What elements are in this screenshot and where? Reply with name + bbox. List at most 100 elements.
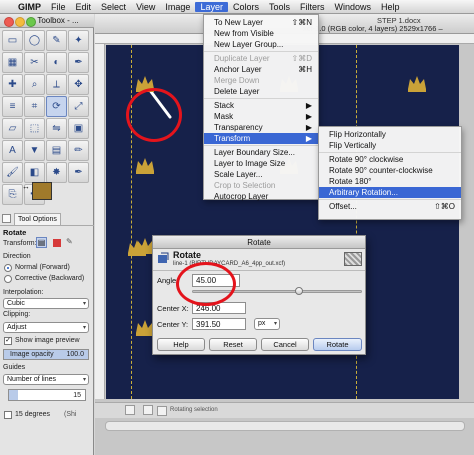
menu-edit[interactable]: Edit [71,2,97,12]
crown-icon [136,158,154,174]
menu-file[interactable]: File [46,2,71,12]
blend-tool-icon[interactable]: ▤ [46,140,67,161]
color-picker-tool-icon[interactable]: ✚ [2,74,23,95]
free-select-tool-icon[interactable]: ✎ [46,30,67,51]
cancel-button[interactable]: Cancel [261,338,309,351]
scissors-tool-icon[interactable]: ✂ [24,52,45,73]
unit-dropdown[interactable]: px ▾ [254,318,280,330]
unit-select[interactable] [125,405,135,415]
text-tool-icon[interactable]: A [2,140,23,161]
fuzzy-select-tool-icon[interactable]: ✦ [68,30,89,51]
menu-windows[interactable]: Windows [329,2,376,12]
perspective-tool-icon[interactable]: ⬚ [24,118,45,139]
color-select-tool-icon[interactable]: ▦ [2,52,23,73]
clipping-select[interactable]: Adjust ▾ [3,322,89,333]
menu-filters[interactable]: Filters [295,2,330,12]
transform-submenu-item[interactable]: Arbitrary Rotation... [319,187,461,198]
menu-select[interactable]: Select [96,2,131,12]
layer-menu-item[interactable]: Scale Layer... [204,169,318,180]
transform-submenu-item[interactable]: Rotate 180° [319,176,461,187]
menu-view[interactable]: View [131,2,160,12]
menu-item-label: Scale Layer... [214,170,263,179]
show-preview-checkbox[interactable]: ✓ [4,337,12,345]
layer-menu-item[interactable]: Transparency ▶ [204,122,318,133]
transform-submenu: Flip Horizontally Flip Vertically Rotate 9… [318,126,462,220]
tab-tool-options[interactable]: Tool Options [14,213,61,225]
menu-layer[interactable]: Layer [195,1,228,12]
guides-select[interactable]: Number of lines ▾ [3,374,89,385]
pencil-tool-icon[interactable]: ✏ [68,140,89,161]
angle-input[interactable]: 45.00 [192,274,240,287]
scale-tool-icon[interactable]: ⤢ [68,96,89,117]
reset-button[interactable]: Reset [209,338,257,351]
transform-submenu-item[interactable]: Flip Vertically [319,140,461,151]
menu-item-label: Offset... [329,202,357,211]
layer-menu-item[interactable]: Layer Boundary Size... [204,147,318,158]
app-menu[interactable]: GIMP [13,2,46,12]
close-window-icon[interactable] [4,17,14,27]
crop-tool-icon[interactable]: ⌗ [24,96,45,117]
menu-colors[interactable]: Colors [228,2,264,12]
rotate-button[interactable]: Rotate [313,338,362,351]
layer-menu-item[interactable]: Mask ▶ [204,111,318,122]
ellipse-select-tool-icon[interactable]: ◯ [24,30,45,51]
foreground-select-tool-icon[interactable]: ◐ [46,52,67,73]
menu-tools[interactable]: Tools [264,2,295,12]
lines-spinbox[interactable]: 15 [8,389,86,401]
layer-menu-item[interactable]: New from Visible [204,28,318,39]
layer-menu-item[interactable]: To New Layer ⇧⌘N [204,17,318,28]
transform-submenu-item[interactable]: Rotate 90° clockwise [319,154,461,165]
layer-menu-item[interactable]: Stack ▶ [204,100,318,111]
transform-path-icon[interactable]: ✎ [66,237,76,248]
direction-normal-label: Normal (Forward) [15,264,70,271]
zoom-window-icon[interactable] [26,17,36,27]
zoom-select-arrow[interactable] [157,406,167,416]
vertical-ruler[interactable] [95,44,105,399]
layer-menu-item[interactable]: Autocrop Layer [204,191,318,202]
paths-tool-icon[interactable]: ✒ [68,52,89,73]
transform-submenu-item[interactable]: Offset... ⇧⌘O [319,201,461,212]
angle-slider[interactable] [192,287,362,295]
transform-submenu-item[interactable]: Flip Horizontally [319,129,461,140]
opacity-spinbox[interactable]: Image opacity 100.0 [3,349,89,360]
center-y-input[interactable]: 391.50 [192,318,246,330]
rotate-tool-icon[interactable]: ⟳ [46,96,67,117]
interpolation-select[interactable]: Cubic ▾ [3,298,89,309]
move-tool-icon[interactable]: ✥ [68,74,89,95]
layer-menu-item[interactable]: Delete Layer [204,86,318,97]
direction-corrective-radio[interactable] [4,275,12,283]
measure-tool-icon[interactable]: ⟂ [46,74,67,95]
layer-menu-item[interactable]: Layer to Image Size [204,158,318,169]
menu-item-label: Rotate 90° counter-clockwise [329,166,433,175]
angle-label: Angle: [157,276,179,285]
layer-menu-item[interactable]: Anchor Layer ⌘H [204,64,318,75]
tab-icon[interactable] [2,214,11,223]
cage-tool-icon[interactable]: ▣ [68,118,89,139]
flip-tool-icon[interactable]: ⇋ [46,118,67,139]
shear-tool-icon[interactable]: ▱ [2,118,23,139]
menu-image[interactable]: Image [160,2,195,12]
transform-selection-icon[interactable] [53,239,61,247]
zoom-tool-icon[interactable]: ⌕ [24,74,45,95]
transform-layer-icon[interactable]: ▤ [36,237,47,248]
submenu-arrow-icon: ▶ [305,123,312,132]
angle-slider-handle[interactable] [295,287,304,295]
minimize-window-icon[interactable] [15,17,25,27]
menu-help[interactable]: Help [376,2,405,12]
help-button[interactable]: Help [157,338,205,351]
swap-colors-icon[interactable]: ↔ [22,182,30,191]
degrees-checkbox[interactable] [4,411,12,419]
align-tool-icon[interactable]: ≡ [2,96,23,117]
foreground-color-swatch[interactable] [32,182,52,200]
layer-menu-item[interactable]: New Layer Group... [204,39,318,50]
center-x-input[interactable]: 246.00 [192,302,246,314]
transform-submenu-item[interactable]: Rotate 90° counter-clockwise [319,165,461,176]
direction-normal-radio[interactable] [4,264,12,272]
bucket-fill-tool-icon[interactable]: ▼ [24,140,45,161]
rect-select-tool-icon[interactable]: ▭ [2,30,23,51]
zoom-select[interactable] [143,405,153,415]
vertical-guide[interactable] [131,45,132,399]
layer-menu-item[interactable]: Transform ▶ [204,133,318,144]
submenu-arrow-icon: ▶ [305,112,312,121]
horizontal-scrollbar[interactable] [105,421,465,431]
